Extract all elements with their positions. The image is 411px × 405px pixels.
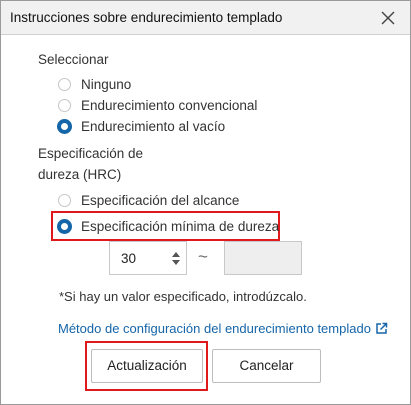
radio-button-selected[interactable] (57, 218, 72, 234)
radio-button[interactable] (58, 77, 71, 91)
config-method-link[interactable]: Método de configuración del endurecimien… (58, 321, 388, 336)
radio-button[interactable] (58, 193, 71, 207)
cancel-button[interactable]: Cancelar (212, 349, 321, 383)
link-text: Método de configuración del endurecimien… (58, 321, 371, 336)
radio-especificacion-minima[interactable]: Especificación mínima de dureza (57, 217, 279, 235)
external-link-icon (376, 322, 388, 334)
spinner-arrows-icon[interactable] (171, 251, 181, 266)
radio-label: Especificación del alcance (81, 192, 240, 208)
radio-label: Especificación mínima de dureza (81, 218, 280, 234)
radio-button[interactable] (58, 98, 71, 112)
radio-label: Endurecimiento al vacío (81, 118, 226, 134)
radio-endurecimiento-al-vacio[interactable]: Endurecimiento al vacío (57, 117, 225, 135)
hardness-label-line1: Especificación de (38, 146, 144, 161)
radio-label: Ninguno (81, 76, 132, 92)
min-hardness-value: 30 (121, 251, 137, 266)
hardness-label-line2: dureza (HRC) (38, 167, 122, 182)
radio-button-selected[interactable] (57, 118, 72, 134)
update-button[interactable]: Actualización (91, 349, 203, 383)
radio-ninguno[interactable]: Ninguno (58, 75, 131, 93)
radio-especificacion-alcance[interactable]: Especificación del alcance (58, 191, 239, 209)
seleccionar-label: Seleccionar (38, 52, 109, 67)
dialog-titlebar: Instrucciones sobre endurecimiento templ… (1, 1, 410, 35)
min-hardness-input[interactable]: 30 (109, 241, 187, 275)
dialog-title: Instrucciones sobre endurecimiento templ… (10, 10, 283, 25)
range-separator: ~ (198, 247, 208, 266)
radio-label: Endurecimiento convencional (81, 97, 258, 113)
max-hardness-input[interactable] (224, 241, 302, 275)
dialog: Instrucciones sobre endurecimiento templ… (0, 0, 411, 405)
close-icon[interactable] (377, 7, 399, 29)
instruction-note: *Si hay un valor especificado, introdúzc… (59, 289, 307, 304)
radio-endurecimiento-convencional[interactable]: Endurecimiento convencional (58, 96, 257, 114)
